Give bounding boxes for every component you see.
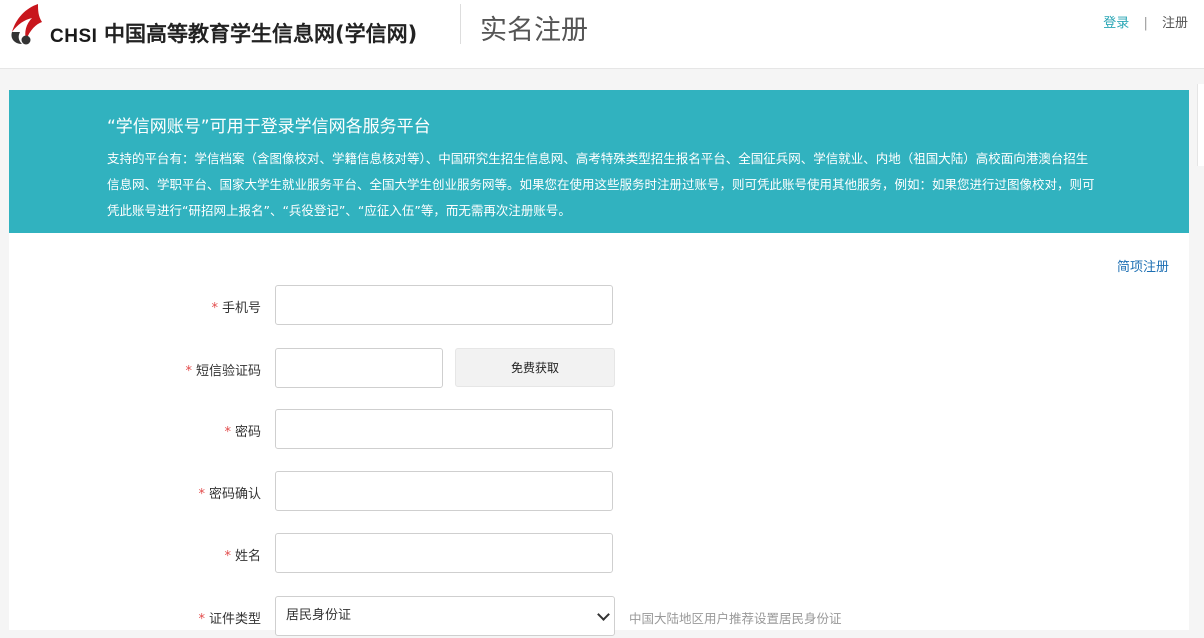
phone-label: * 手机号 — [211, 297, 261, 316]
id-type-row: * 证件类型 居民身份证 中国大陆地区用户推荐设置居民身份证 — [9, 596, 1189, 638]
register-link[interactable]: 注册 — [1162, 16, 1188, 31]
id-type-selected-value: 居民身份证 — [286, 608, 352, 623]
password-confirm-label: * 密码确认 — [198, 483, 261, 502]
id-type-label: * 证件类型 — [198, 608, 261, 627]
top-links: 登录 | 注册 — [1103, 12, 1188, 31]
name-label: * 姓名 — [224, 545, 261, 564]
name-label-text: 姓名 — [234, 549, 261, 564]
banner-description: 支持的平台有：学信档案（含图像校对、学籍信息核对等）、中国研究生招生信息网、高考… — [107, 151, 1095, 218]
login-link[interactable]: 登录 — [1103, 16, 1129, 31]
phone-label-text: 手机号 — [221, 301, 261, 316]
sms-code-label: * 短信验证码 — [185, 360, 261, 379]
required-mark: * — [198, 487, 205, 502]
phone-input[interactable] — [275, 285, 613, 325]
get-sms-code-button[interactable]: 免费获取 — [455, 348, 615, 387]
id-type-select[interactable]: 居民身份证 — [275, 596, 615, 636]
password-row: * 密码 — [9, 409, 1189, 451]
password-label-text: 密码 — [234, 425, 261, 440]
required-mark: * — [224, 549, 231, 564]
sms-code-label-text: 短信验证码 — [195, 364, 261, 379]
password-confirm-label-text: 密码确认 — [208, 487, 261, 502]
password-label: * 密码 — [224, 421, 261, 440]
info-banner: “学信网账号”可用于登录学信网各服务平台 支持的平台有：学信档案（含图像校对、学… — [9, 90, 1189, 233]
name-row: * 姓名 — [9, 533, 1189, 575]
banner-title: “学信网账号”可用于登录学信网各服务平台 — [107, 117, 431, 137]
side-strip — [1197, 84, 1204, 166]
chsi-logo[interactable]: CHSI — [8, 2, 97, 50]
id-type-hint: 中国大陆地区用户推荐设置居民身份证 — [629, 611, 842, 626]
sms-code-input[interactable] — [275, 348, 443, 388]
required-mark: * — [224, 425, 231, 440]
logo-text: CHSI — [50, 26, 98, 47]
name-input[interactable] — [275, 533, 613, 573]
password-confirm-row: * 密码确认 — [9, 471, 1189, 513]
site-header: CHSI 中国高等教育学生信息网(学信网) 实名注册 登录 | 注册 — [0, 0, 1204, 69]
required-mark: * — [185, 364, 192, 379]
page-title: 实名注册 — [480, 15, 588, 46]
link-separator: | — [1143, 16, 1148, 31]
registration-card: “学信网账号”可用于登录学信网各服务平台 支持的平台有：学信档案（含图像校对、学… — [9, 90, 1189, 636]
password-confirm-input[interactable] — [275, 471, 613, 511]
required-mark: * — [211, 301, 218, 316]
id-type-label-text: 证件类型 — [208, 612, 261, 627]
sms-code-row: * 短信验证码 免费获取 — [9, 348, 1189, 390]
phone-row: * 手机号 — [9, 285, 1189, 327]
header-divider — [460, 4, 461, 44]
site-name: 中国高等教育学生信息网(学信网) — [104, 22, 418, 46]
simple-register-link[interactable]: 简项注册 — [1117, 256, 1169, 275]
required-mark: * — [198, 612, 205, 627]
password-input[interactable] — [275, 409, 613, 449]
